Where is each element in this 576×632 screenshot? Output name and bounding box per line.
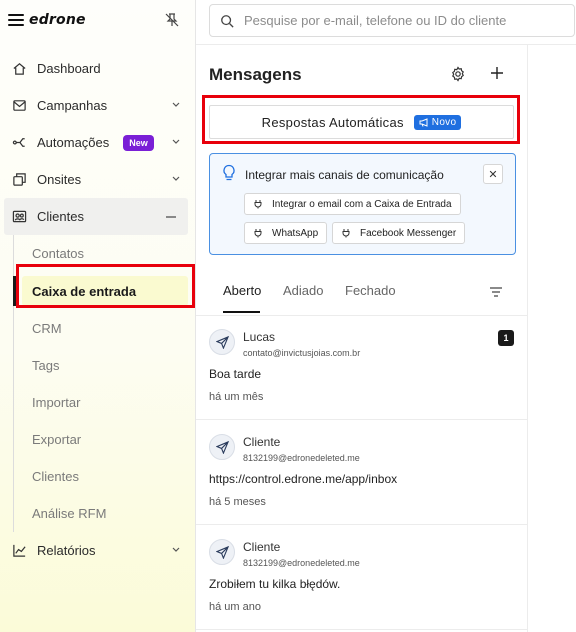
sidebar-item-label: Automações (37, 135, 110, 150)
plug-icon (254, 229, 262, 238)
subnav-item-clientes[interactable]: Clientes (14, 458, 196, 495)
page-title: Mensagens (209, 65, 302, 84)
sidebar-nav: Dashboard Campanhas Automações New Onsit… (0, 50, 196, 569)
subnav-item-tags[interactable]: Tags (14, 347, 196, 384)
app-root: edrone Dashboard Campanhas Automações Ne… (0, 0, 576, 632)
integrate-title: Integrar mais canais de comunicação (245, 168, 444, 182)
send-icon (209, 329, 235, 355)
chevron-down-icon[interactable] (172, 546, 180, 554)
plus-icon[interactable] (490, 66, 504, 80)
sidebar-item-campanhas[interactable]: Campanhas (0, 87, 196, 124)
brand-logo[interactable]: edrone (29, 12, 86, 28)
lightbulb-icon (223, 164, 235, 181)
novo-badge: Novo (413, 114, 462, 130)
close-button[interactable]: ✕ (483, 164, 503, 184)
chip-label: Integrar o email com a Caixa de Entrada (272, 198, 452, 210)
send-icon (209, 434, 235, 460)
new-badge: New (123, 134, 154, 151)
contact-email: contato@invictusjoias.com.br (243, 348, 361, 358)
contact-name: Cliente (243, 435, 281, 449)
send-icon (209, 539, 235, 565)
message-time: há 5 meses (209, 496, 266, 508)
tab-aberto[interactable]: Aberto (223, 283, 261, 313)
unread-count-badge: 1 (498, 330, 514, 346)
whatsapp-chip[interactable]: WhatsApp (244, 222, 328, 244)
sidebar-item-dashboard[interactable]: Dashboard (0, 50, 196, 87)
contact-email: 8132199@edronedeleted.me (243, 558, 360, 568)
facebook-messenger-chip[interactable]: Facebook Messenger (332, 222, 466, 244)
search-bar[interactable] (209, 4, 575, 37)
menu-icon[interactable] (8, 14, 24, 26)
search-icon (221, 14, 234, 28)
messages-panel: Mensagens Respostas Automáticas Novo Int… (196, 45, 528, 632)
clientes-subnav: Contatos Caixa de entrada CRM Tags Impor… (13, 235, 196, 532)
message-preview: https://control.edrone.me/app/inbox (209, 472, 398, 486)
home-icon (11, 61, 27, 77)
filter-icon[interactable] (490, 287, 502, 297)
subnav-item-importar[interactable]: Importar (14, 384, 196, 421)
unpin-icon[interactable] (164, 12, 180, 28)
gear-icon[interactable] (450, 66, 466, 82)
conversation-item[interactable]: Cliente 8132199@edronedeleted.me Zrobiłe… (196, 526, 528, 630)
sidebar-item-label: Relatórios (37, 543, 96, 558)
chevron-down-icon[interactable] (172, 138, 180, 146)
conversation-item[interactable]: Lucas contato@invictusjoias.com.br 1 Boa… (196, 316, 528, 420)
sidebar-item-label: Clientes (37, 209, 84, 224)
chevron-down-icon[interactable] (172, 175, 180, 183)
sidebar: edrone Dashboard Campanhas Automações Ne… (0, 0, 196, 632)
tab-adiado[interactable]: Adiado (283, 283, 323, 313)
search-input[interactable] (244, 13, 564, 28)
subnav-item-exportar[interactable]: Exportar (14, 421, 196, 458)
collapse-icon[interactable] (166, 216, 176, 218)
conversation-item[interactable]: Cliente 8132199@edronedeleted.me https:/… (196, 421, 528, 525)
chip-label: WhatsApp (272, 227, 319, 239)
integrate-channels-card: Integrar mais canais de comunicação ✕ In… (209, 153, 516, 255)
contact-name: Cliente (243, 540, 281, 554)
conversation-tabs: Aberto Adiado Fechado (209, 283, 516, 313)
megaphone-icon (419, 117, 428, 127)
contact-name: Lucas (243, 330, 276, 344)
onsite-icon (11, 172, 27, 188)
chevron-down-icon[interactable] (172, 101, 180, 109)
automation-icon (11, 135, 27, 151)
sidebar-item-clientes[interactable]: Clientes (4, 198, 188, 235)
subnav-item-crm[interactable]: CRM (14, 310, 196, 347)
subnav-item-contatos[interactable]: Contatos (14, 235, 196, 272)
clients-icon (11, 209, 27, 225)
tab-fechado[interactable]: Fechado (345, 283, 396, 313)
novo-badge-label: Novo (431, 116, 457, 128)
sidebar-item-label: Onsites (37, 172, 82, 187)
logo-row: edrone (8, 8, 188, 32)
plug-icon (254, 200, 262, 209)
message-preview: Zrobiłem tu kilka błędów. (209, 577, 341, 591)
subnav-item-caixa-de-entrada[interactable]: Caixa de entrada (13, 276, 188, 306)
subnav-item-analise-rfm[interactable]: Análise RFM (14, 495, 196, 532)
mail-icon (11, 98, 27, 114)
message-time: há um mês (209, 391, 264, 403)
chip-label: Facebook Messenger (360, 227, 457, 239)
sidebar-item-relatorios[interactable]: Relatórios (0, 532, 196, 569)
sidebar-item-onsites[interactable]: Onsites (0, 161, 196, 198)
message-time: há um ano (209, 601, 261, 613)
auto-replies-button[interactable]: Respostas Automáticas Novo (209, 105, 514, 139)
sidebar-item-label: Campanhas (37, 98, 108, 113)
auto-replies-label: Respostas Automáticas (261, 114, 404, 130)
integrate-email-chip[interactable]: Integrar o email com a Caixa de Entrada (244, 193, 461, 215)
contact-email: 8132199@edronedeleted.me (243, 453, 360, 463)
plug-icon (342, 229, 350, 238)
sidebar-item-automacoes[interactable]: Automações New (0, 124, 196, 161)
message-preview: Boa tarde (209, 367, 262, 381)
chart-icon (11, 543, 27, 559)
sidebar-item-label: Dashboard (37, 61, 101, 76)
